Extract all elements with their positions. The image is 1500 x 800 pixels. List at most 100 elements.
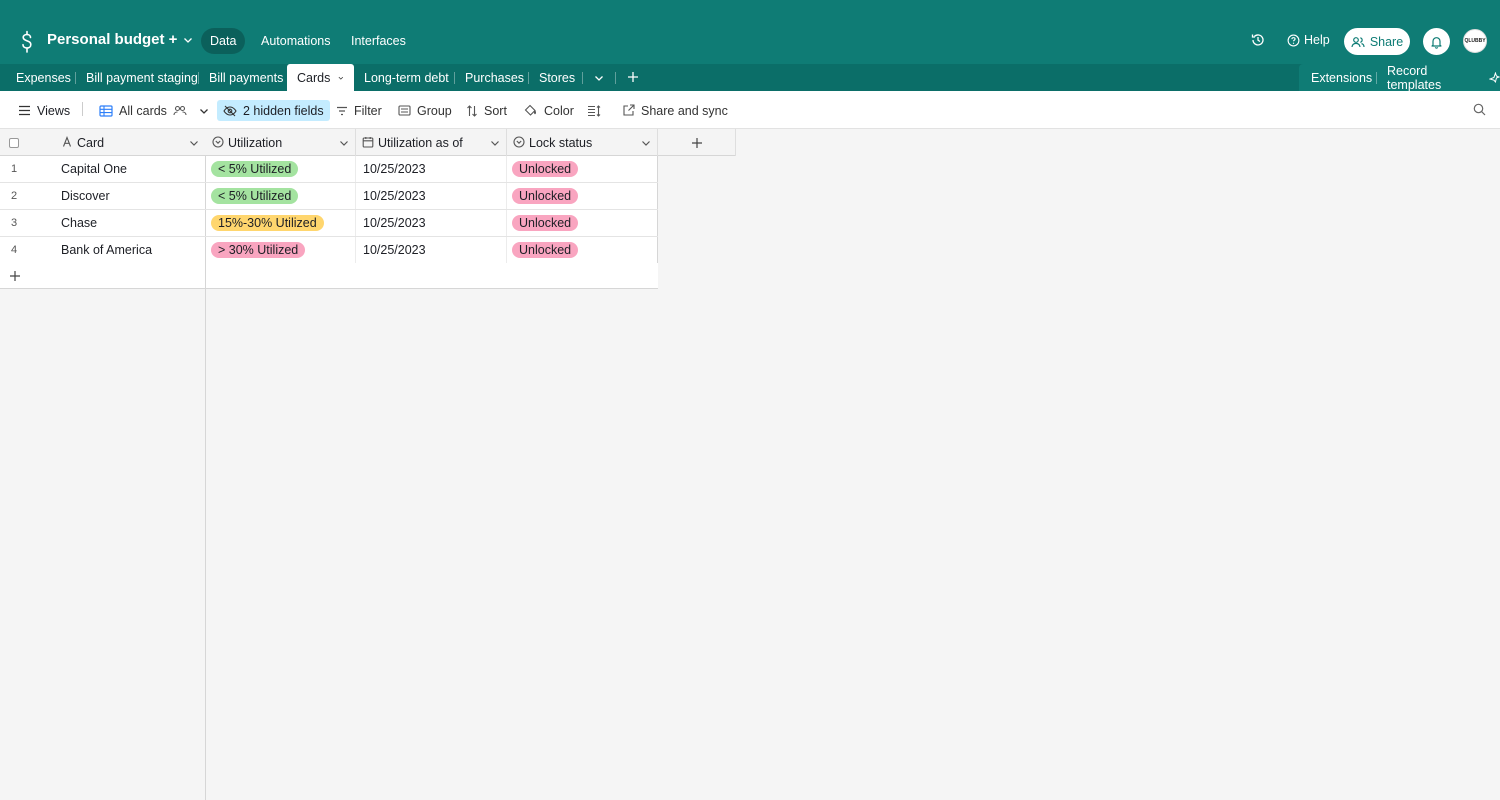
row-divider	[205, 263, 206, 289]
menu-icon	[19, 105, 30, 116]
cell-utilization-as-of[interactable]: 10/25/2023	[356, 183, 507, 209]
help-button[interactable]: Help	[1287, 33, 1330, 47]
cell-utilization[interactable]: > 30% Utilized	[206, 237, 356, 263]
chevron-down-icon	[184, 37, 193, 43]
cell-utilization[interactable]: < 5% Utilized	[206, 156, 356, 182]
share-external-icon	[623, 104, 635, 116]
sort-button[interactable]: Sort	[460, 100, 513, 121]
column-header-utilization-label: Utilization	[228, 135, 283, 150]
grid-header-left: Card	[0, 129, 206, 156]
cell-lock-status[interactable]: Unlocked	[507, 237, 658, 263]
tab-stores[interactable]: Stores	[529, 64, 585, 91]
chevron-down-icon	[199, 108, 208, 114]
utilization-tag: < 5% Utilized	[211, 188, 299, 204]
extensions-button[interactable]: Extensions	[1311, 64, 1372, 91]
column-header-lock-status[interactable]: Lock status	[507, 129, 658, 156]
sparkle-icon	[1489, 72, 1500, 83]
view-selector[interactable]: All cards	[93, 100, 215, 121]
base-logo-icon[interactable]	[18, 30, 36, 54]
plus-icon	[10, 271, 20, 281]
add-row-button[interactable]	[0, 263, 658, 289]
cell-card[interactable]: Chase	[55, 210, 206, 236]
share-and-sync-label: Share and sync	[641, 103, 728, 118]
chevron-down-icon[interactable]	[189, 138, 199, 148]
record-templates-button[interactable]: Record templates	[1387, 63, 1500, 92]
filter-button[interactable]: Filter	[330, 100, 388, 121]
cell-card[interactable]: Bank of America	[55, 237, 206, 263]
table-row[interactable]: 4 Bank of America > 30% Utilized 10/25/2…	[0, 237, 658, 264]
tab-separator	[615, 72, 616, 84]
cell-utilization[interactable]: 15%-30% Utilized	[206, 210, 356, 236]
cell-lock-status[interactable]: Unlocked	[507, 156, 658, 182]
single-select-icon	[212, 136, 224, 148]
column-header-lock-status-label: Lock status	[529, 135, 593, 150]
base-title[interactable]: Personal budget +	[47, 31, 193, 48]
column-header-utilization-as-of-label: Utilization as of	[378, 135, 463, 150]
column-header-card[interactable]: Card	[55, 129, 205, 156]
cell-utilization-as-of[interactable]: 10/25/2023	[356, 156, 507, 182]
hidden-fields-label: 2 hidden fields	[243, 103, 324, 118]
collaborators-icon	[173, 105, 187, 116]
color-button[interactable]: Color	[518, 100, 580, 121]
all-tables-chevron-icon[interactable]	[594, 73, 604, 83]
base-title-label: Personal budget +	[47, 31, 178, 48]
chevron-down-icon[interactable]	[338, 73, 344, 83]
cell-utilization-as-of[interactable]: 10/25/2023	[356, 237, 507, 263]
tab-cards[interactable]: Cards	[287, 64, 354, 91]
nav-interfaces[interactable]: Interfaces	[342, 28, 415, 54]
column-header-utilization-as-of[interactable]: Utilization as of	[356, 129, 507, 156]
tabbar-right-panel: Extensions Record templates	[1299, 63, 1500, 92]
cell-lock-status[interactable]: Unlocked	[507, 183, 658, 209]
sort-label: Sort	[484, 103, 507, 118]
column-header-utilization[interactable]: Utilization	[206, 129, 356, 156]
history-icon[interactable]	[1250, 32, 1266, 48]
help-circle-icon	[1287, 34, 1300, 46]
notifications-button[interactable]	[1423, 28, 1450, 55]
share-label: Share	[1369, 34, 1404, 49]
views-label: Views	[37, 103, 71, 118]
chevron-down-icon[interactable]	[490, 138, 500, 148]
group-icon	[398, 105, 411, 116]
lock-status-tag: Unlocked	[512, 242, 579, 258]
calendar-icon	[362, 137, 374, 148]
filter-icon	[337, 106, 347, 115]
row-number: 4	[11, 244, 18, 256]
cell-utilization-as-of[interactable]: 10/25/2023	[356, 210, 507, 236]
paint-bucket-icon	[524, 104, 536, 116]
tab-long-term-debt[interactable]: Long-term debt	[354, 64, 459, 91]
chevron-down-icon[interactable]	[641, 138, 651, 148]
cell-card[interactable]: Discover	[55, 183, 206, 209]
nav-automations[interactable]: Automations	[252, 28, 339, 54]
table-row[interactable]: 3 Chase 15%-30% Utilized 10/25/2023 Unlo…	[0, 210, 658, 237]
group-button[interactable]: Group	[392, 100, 458, 121]
table-row[interactable]: 1 Capital One < 5% Utilized 10/25/2023 U…	[0, 156, 658, 183]
eye-off-icon	[223, 105, 237, 116]
nav-data[interactable]: Data	[201, 28, 246, 54]
filter-label: Filter	[354, 103, 382, 118]
share-button[interactable]: Share	[1344, 28, 1410, 55]
cell-utilization[interactable]: < 5% Utilized	[206, 183, 356, 209]
tab-cards-label: Cards	[297, 70, 331, 85]
tab-expenses[interactable]: Expenses	[6, 64, 81, 91]
cell-lock-status[interactable]: Unlocked	[507, 210, 658, 236]
hidden-fields-button[interactable]: 2 hidden fields	[217, 100, 330, 121]
add-field-button[interactable]	[658, 129, 736, 156]
sort-icon	[467, 104, 477, 117]
table-row[interactable]: 2 Discover < 5% Utilized 10/25/2023 Unlo…	[0, 183, 658, 210]
chevron-down-icon[interactable]	[339, 138, 349, 148]
share-and-sync-button[interactable]: Share and sync	[616, 100, 734, 121]
group-label: Group	[417, 103, 452, 118]
tab-purchases[interactable]: Purchases	[455, 64, 534, 91]
add-table-icon[interactable]	[627, 71, 639, 83]
utilization-tag: < 5% Utilized	[211, 161, 299, 177]
tab-separator	[1376, 72, 1377, 84]
tab-bill-payments[interactable]: Bill payments	[199, 64, 293, 91]
select-all-checkbox[interactable]	[9, 138, 19, 148]
views-button[interactable]: Views	[12, 100, 76, 121]
search-icon[interactable]	[1473, 103, 1486, 116]
avatar[interactable]: QLUBBY	[1463, 29, 1487, 53]
tab-bill-payment-staging[interactable]: Bill payment staging	[76, 64, 208, 91]
row-height-button[interactable]	[581, 100, 607, 121]
cell-card[interactable]: Capital One	[55, 156, 206, 182]
record-templates-label: Record templates	[1387, 63, 1442, 92]
